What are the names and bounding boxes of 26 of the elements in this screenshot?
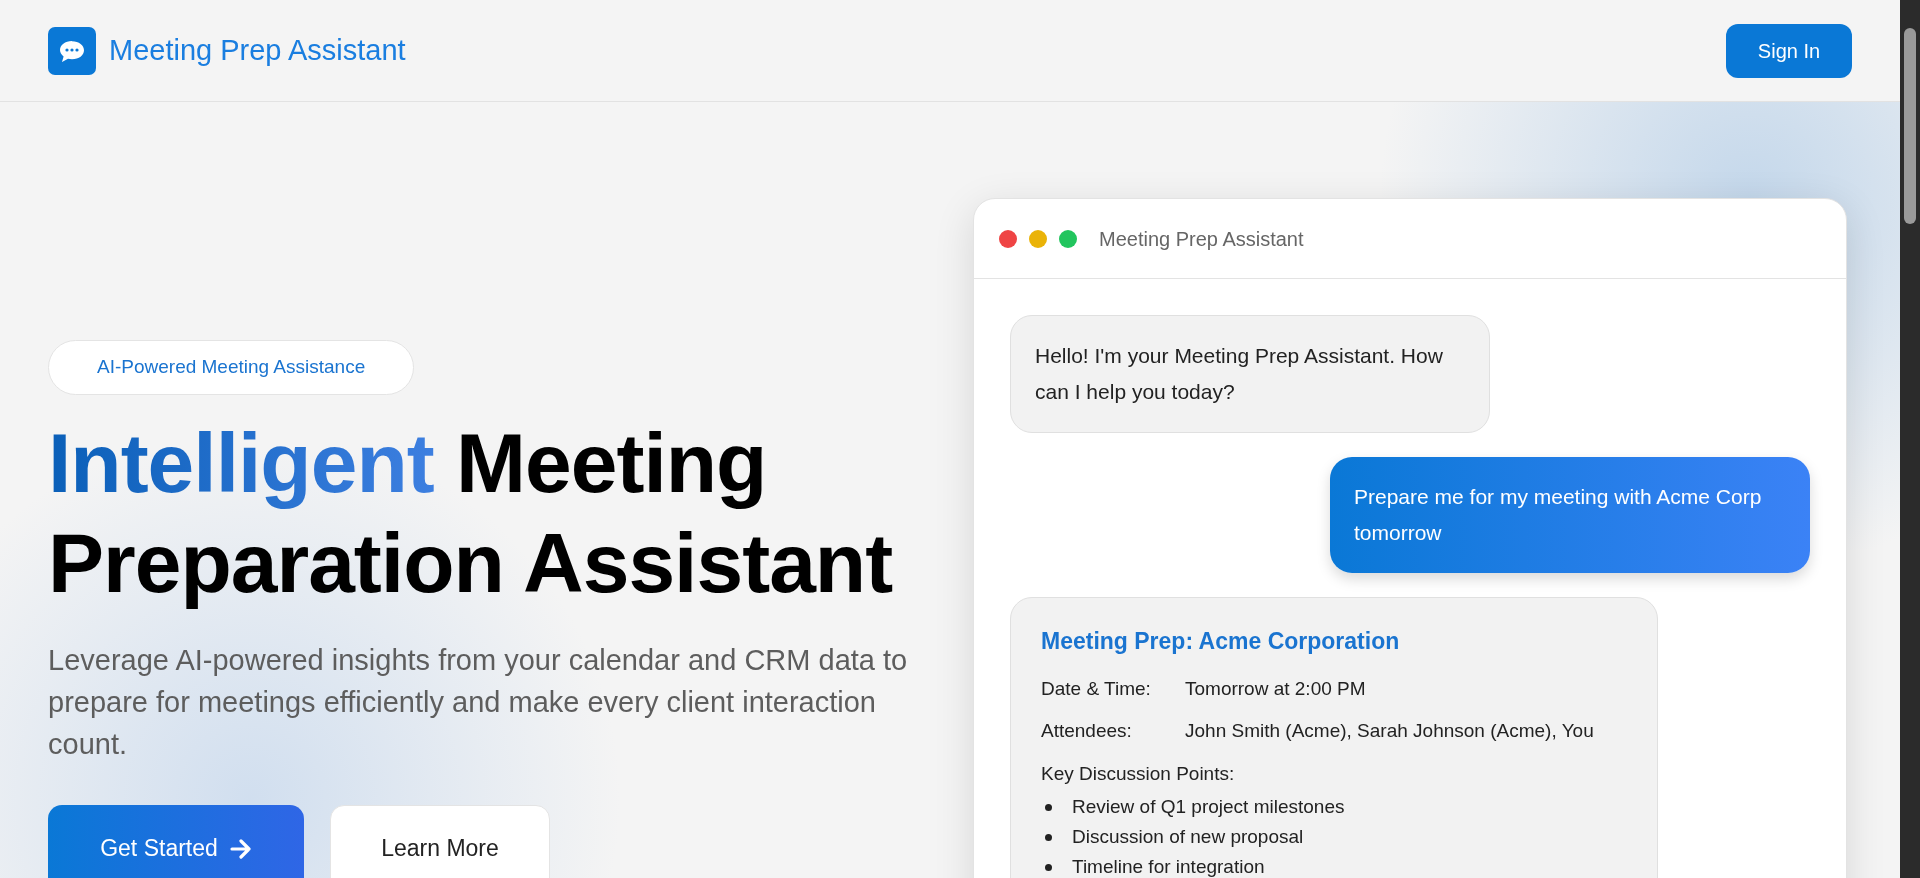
assistant-message: Hello! I'm your Meeting Prep Assistant. How can I help you today?: [1010, 315, 1490, 433]
arrow-right-icon: [229, 838, 252, 859]
field-label: Date & Time:: [1041, 676, 1152, 701]
learn-more-button[interactable]: Learn More: [330, 804, 550, 878]
sign-in-button[interactable]: Sign In: [1726, 23, 1852, 78]
hero-description: Leverage AI-powered insights from your calendar and CRM data to prepare for meetings efficiently and make every client interaction count.: [48, 642, 909, 762]
scrollbar[interactable]: [1900, 0, 1920, 878]
get-started-button[interactable]: Get Started: [48, 804, 304, 878]
discussion-point: Discussion of new proposal: [1072, 825, 1304, 849]
chat-bubble-logo-icon: [48, 26, 96, 75]
card-title: Meeting Prep: Acme Corporation: [1041, 627, 1401, 656]
hero-headline: Intelligent Meeting Preparation Assistant: [48, 414, 894, 612]
bullet-icon: [1045, 863, 1052, 871]
user-message: Prepare me for my meeting with Acme Corp tomorrow: [1330, 457, 1810, 573]
bullet-icon: [1045, 833, 1052, 841]
discussion-point: Review of Q1 project milestones: [1072, 795, 1345, 819]
brand-name[interactable]: Meeting Prep Assistant: [109, 28, 406, 73]
list-title: Key Discussion Points:: [1041, 761, 1236, 786]
field-label: Attendees:: [1041, 719, 1133, 743]
bullet-icon: [1045, 803, 1052, 811]
field-value: John Smith (Acme), Sarah Johnson (Acme), You: [1185, 719, 1594, 743]
feature-badge: AI-Powered Meeting Assistance: [48, 340, 415, 395]
scrollbar-thumb[interactable]: [1904, 28, 1916, 224]
window-title: Meeting Prep Assistant: [1099, 226, 1304, 252]
field-value: Tomorrow at 2:00 PM: [1185, 676, 1366, 701]
discussion-point: Timeline for integration: [1072, 855, 1265, 878]
